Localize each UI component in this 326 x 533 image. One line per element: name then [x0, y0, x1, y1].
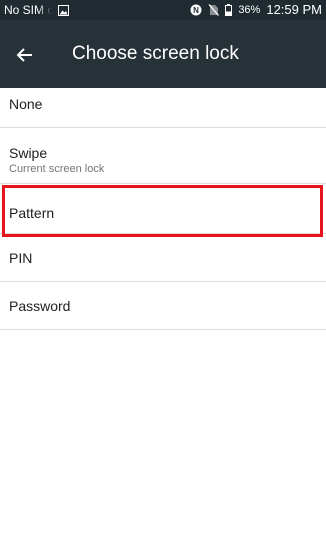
- status-left: No SIM card: [4, 3, 69, 17]
- option-label: Password: [9, 298, 71, 314]
- page-title: Choose screen lock: [72, 43, 239, 64]
- option-label: Pattern: [9, 205, 55, 221]
- option-summary: Current screen lock: [9, 163, 105, 175]
- clock: 12:59 PM: [266, 2, 322, 17]
- option-label: PIN: [9, 250, 33, 266]
- option-label: None: [9, 96, 43, 112]
- option-password[interactable]: Password: [0, 282, 326, 330]
- status-bar: No SIM card N: [0, 0, 326, 20]
- battery-percent: 36%: [238, 4, 261, 16]
- nfc-icon: N: [190, 4, 202, 16]
- option-none[interactable]: None: [0, 88, 326, 128]
- status-right: N 36% 12:59 PM: [190, 3, 322, 17]
- toolbar: Choose screen lock: [0, 20, 326, 88]
- back-button[interactable]: [12, 42, 38, 68]
- battery-icon: [225, 4, 233, 16]
- option-pin[interactable]: PIN: [0, 234, 326, 282]
- option-swipe[interactable]: Swipe Current screen lock: [0, 128, 326, 184]
- option-pattern[interactable]: Pattern: [0, 184, 326, 234]
- no-sim-icon: [208, 4, 220, 16]
- carrier-label: No SIM card: [4, 3, 52, 17]
- screen-lock-options-list: None Swipe Current screen lock Pattern P…: [0, 88, 326, 330]
- option-label: Swipe: [9, 145, 48, 161]
- arrow-left-icon: [12, 48, 38, 72]
- image-notification-icon: [58, 4, 69, 16]
- svg-text:N: N: [193, 6, 199, 15]
